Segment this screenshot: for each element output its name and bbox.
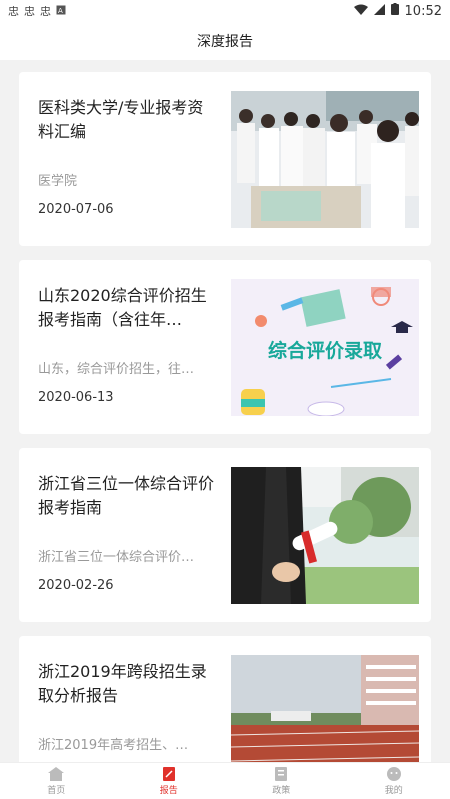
signal-icon — [373, 3, 385, 19]
campus-track-photo — [231, 655, 419, 762]
pinyin-icon: 忠 — [40, 5, 51, 18]
profile-icon — [386, 766, 401, 781]
image-caption: 综合评价录取 — [268, 339, 382, 362]
status-bar: 忠 忠 忠 A 10:52 — [0, 0, 450, 22]
pinyin-icon: 忠 — [8, 5, 19, 18]
battery-icon — [390, 3, 399, 19]
a-icon: A — [56, 5, 66, 18]
report-icon — [162, 766, 175, 781]
nav-label: 我的 — [384, 785, 403, 796]
report-card[interactable]: 浙江省三位一体综合评价报考指南 浙江省三位一体综合评价… 2020-02-26 — [19, 448, 431, 622]
report-title: 山东2020综合评价招生报考指南（含往年… — [38, 286, 207, 329]
nav-label: 报告 — [159, 785, 178, 796]
nav-profile[interactable]: 我的 — [338, 763, 450, 799]
nav-label: 首页 — [47, 785, 66, 796]
report-card[interactable]: 山东2020综合评价招生报考指南（含往年… 山东，综合评价招生，往… 2020-… — [19, 260, 431, 434]
report-subtitle: 浙江省三位一体综合评价… — [38, 550, 195, 565]
report-title: 浙江省三位一体综合评价报考指南 — [38, 474, 215, 517]
report-date: 2020-02-26 — [38, 578, 114, 593]
nav-report[interactable]: 报告 — [113, 763, 226, 799]
doctors-photo — [231, 91, 419, 228]
home-icon — [48, 766, 65, 781]
policy-icon — [275, 766, 288, 781]
graduation-photo — [231, 467, 419, 604]
report-date: 2020-07-06 — [38, 202, 114, 217]
page-title: 深度报告 — [197, 34, 253, 50]
status-notifications: 忠 忠 忠 A — [8, 3, 66, 19]
report-card[interactable]: 浙江2019年跨段招生录取分析报告 浙江2019年高考招生、… — [19, 636, 431, 762]
bottom-nav: 首页 报告 政策 我的 — [0, 762, 450, 799]
nav-home[interactable]: 首页 — [0, 763, 113, 799]
clock: 10:52 — [404, 3, 442, 19]
pinyin-icon: 忠 — [24, 5, 35, 18]
report-card[interactable]: 医科类大学/专业报考资料汇编 医学院 2020-07-06 — [19, 72, 431, 246]
report-title: 医科类大学/专业报考资料汇编 — [38, 98, 204, 141]
report-list[interactable]: 医科类大学/专业报考资料汇编 医学院 2020-07-06 山东2020综合评价 — [0, 60, 450, 762]
report-subtitle: 山东，综合评价招生，往… — [38, 362, 195, 377]
report-subtitle: 浙江2019年高考招生、… — [38, 738, 189, 753]
nav-policy[interactable]: 政策 — [225, 763, 338, 799]
evaluation-illustration: 综合评价录取 — [231, 279, 419, 416]
page-header: 深度报告 — [0, 22, 450, 60]
report-subtitle: 医学院 — [38, 174, 78, 189]
svg-text:A: A — [58, 7, 63, 15]
report-date: 2020-06-13 — [38, 390, 114, 405]
report-title: 浙江2019年跨段招生录取分析报告 — [38, 662, 207, 705]
wifi-icon — [353, 4, 368, 19]
nav-label: 政策 — [272, 785, 291, 796]
